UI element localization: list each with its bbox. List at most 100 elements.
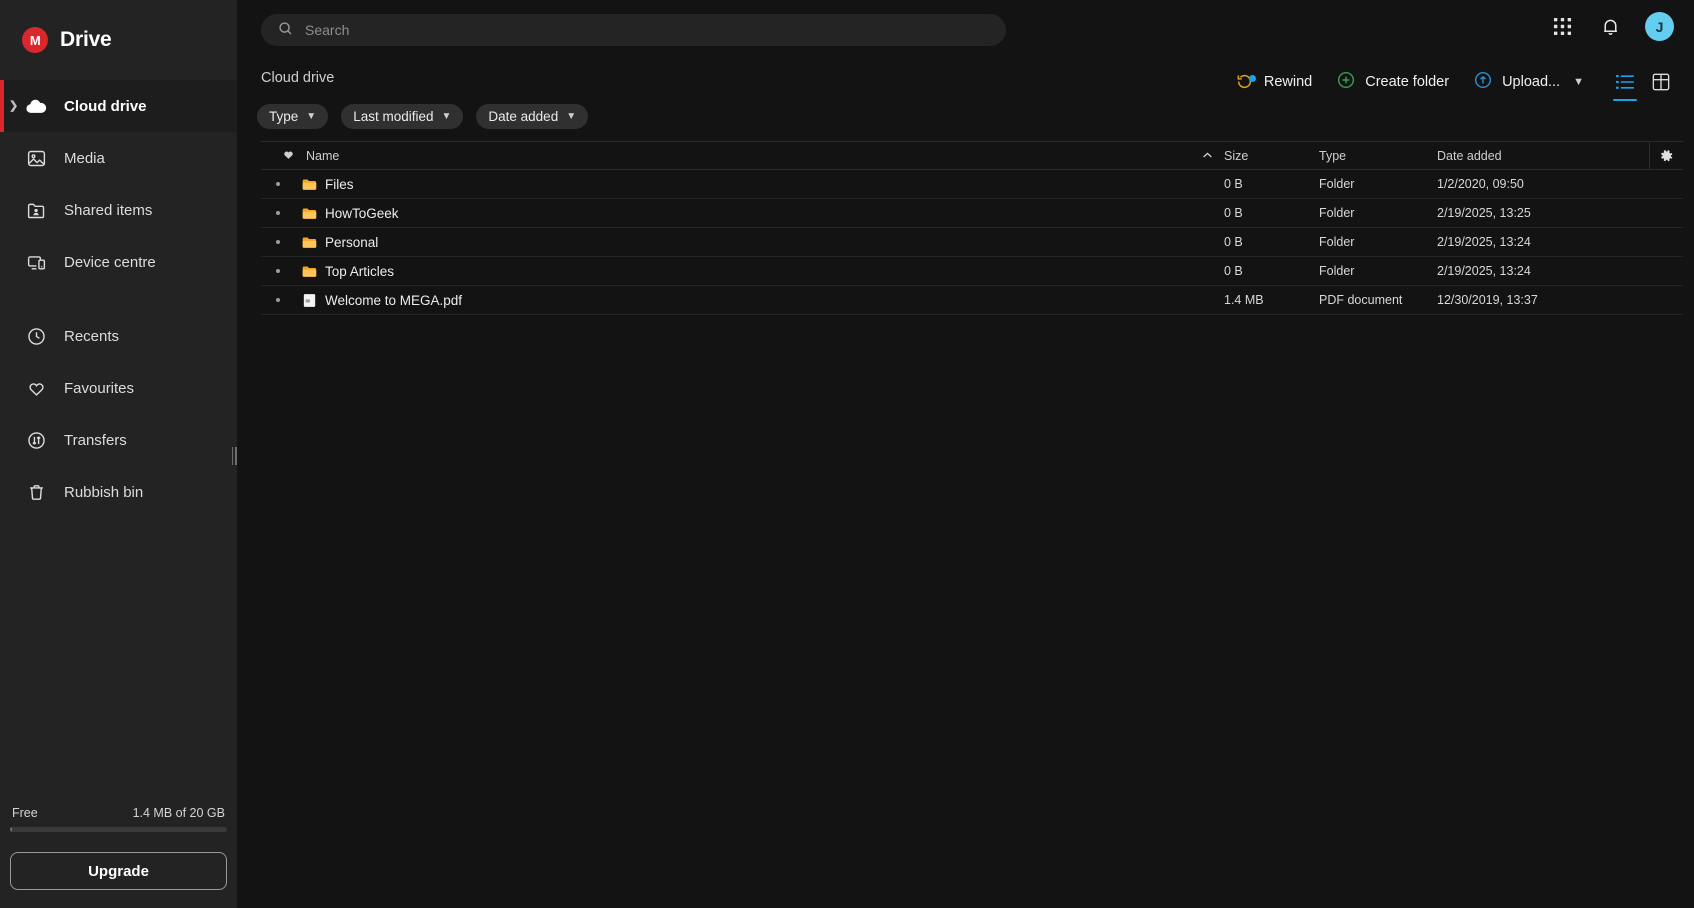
sidebar-item-label: Favourites — [64, 379, 135, 397]
row-name-label: Welcome to MEGA.pdf — [325, 292, 463, 308]
chevron-down-icon: ▼ — [566, 111, 577, 122]
heart-icon — [24, 376, 48, 400]
topbar-actions: J — [1549, 12, 1674, 41]
row-bullet-icon — [261, 182, 294, 186]
filter-chip-last-modified[interactable]: Last modified ▼ — [341, 104, 464, 129]
folder-icon — [294, 205, 325, 222]
chevron-right-icon[interactable]: ❯ — [9, 100, 18, 112]
column-header-type[interactable]: Type — [1319, 149, 1437, 163]
chevron-down-icon: ▼ — [441, 111, 452, 122]
rewind-button[interactable]: Rewind — [1223, 66, 1324, 98]
mega-logo-icon: M — [22, 27, 48, 53]
list-view-icon[interactable] — [1610, 67, 1640, 101]
sidebar-item-cloud-drive[interactable]: ❯ Cloud drive — [0, 80, 237, 132]
search-icon — [277, 20, 294, 40]
sidebar-item-label: Device centre — [64, 253, 156, 271]
row-type: Folder — [1319, 177, 1355, 191]
table-row[interactable]: Files 0 B Folder 1/2/2020, 09:50 — [261, 170, 1683, 199]
transfers-icon — [24, 428, 48, 452]
filter-chip-date-added[interactable]: Date added ▼ — [476, 104, 589, 129]
row-date: 2/19/2025, 13:24 — [1437, 264, 1531, 278]
sidebar-item-transfers[interactable]: Transfers — [0, 414, 237, 466]
rewind-icon — [1235, 72, 1256, 92]
sidebar-item-recents[interactable]: Recents — [0, 310, 237, 362]
heart-filled-icon[interactable] — [282, 148, 295, 164]
sidebar-item-rubbish-bin[interactable]: Rubbish bin — [0, 466, 237, 518]
row-bullet-icon — [261, 269, 294, 273]
table-row[interactable]: HowToGeek 0 B Folder 2/19/2025, 13:25 — [261, 199, 1683, 228]
row-size: 0 B — [1224, 206, 1243, 220]
file-table: Name Size Type Date added Files 0 B Fold… — [261, 141, 1683, 315]
grid-view-icon[interactable] — [1646, 67, 1676, 97]
table-row[interactable]: Personal 0 B Folder 2/19/2025, 13:24 — [261, 228, 1683, 257]
row-name-label: Top Articles — [325, 263, 395, 279]
filter-chips: Type ▼ Last modified ▼ Date added ▼ — [257, 104, 589, 129]
chevron-down-icon: ▼ — [306, 111, 317, 122]
sidebar-nav: ❯ Cloud drive Media Shared items Device … — [0, 80, 237, 518]
row-date: 1/2/2020, 09:50 — [1437, 177, 1524, 191]
upload-label: Upload... — [1502, 74, 1561, 90]
grid-apps-icon[interactable] — [1549, 14, 1575, 40]
action-toolbar: Rewind Create folder Upload... ▼ — [1223, 64, 1676, 101]
storage-usage-text: 1.4 MB of 20 GB — [132, 806, 225, 820]
upload-circle-icon — [1473, 70, 1493, 94]
upload-button[interactable]: Upload... ▼ — [1461, 64, 1596, 100]
gear-icon[interactable] — [1649, 142, 1683, 169]
sidebar-divider-gap — [0, 288, 237, 310]
row-size: 0 B — [1224, 264, 1243, 278]
search-input[interactable] — [305, 22, 990, 38]
row-name-cell: Top Articles — [261, 263, 1191, 280]
row-date: 12/30/2019, 13:37 — [1437, 293, 1538, 307]
row-name-cell: Personal — [261, 234, 1191, 251]
storage-plan-label: Free — [12, 806, 38, 820]
trash-icon — [24, 480, 48, 504]
row-date: 2/19/2025, 13:25 — [1437, 206, 1531, 220]
clock-icon — [24, 324, 48, 348]
sort-indicator[interactable] — [1191, 150, 1224, 161]
column-header-name[interactable]: Name — [261, 148, 1191, 164]
upgrade-section: Upgrade — [0, 832, 237, 908]
view-toggle — [1610, 67, 1676, 101]
column-header-size[interactable]: Size — [1224, 149, 1319, 163]
row-bullet-icon — [261, 298, 294, 302]
sidebar-item-label: Rubbish bin — [64, 483, 144, 501]
chevron-down-icon[interactable]: ▼ — [1573, 76, 1584, 88]
folder-icon — [294, 176, 325, 193]
shared-folder-icon — [24, 198, 48, 222]
column-header-date-added[interactable]: Date added — [1437, 149, 1637, 163]
table-row[interactable]: Top Articles 0 B Folder 2/19/2025, 13:24 — [261, 257, 1683, 286]
row-size: 0 B — [1224, 177, 1243, 191]
row-size: 0 B — [1224, 235, 1243, 249]
brand-header[interactable]: M Drive — [0, 0, 237, 80]
row-type: PDF document — [1319, 293, 1403, 307]
device-icon — [24, 250, 48, 274]
create-folder-button[interactable]: Create folder — [1324, 64, 1461, 100]
column-header-label: Name — [306, 148, 340, 163]
row-name-cell: Welcome to MEGA.pdf — [261, 292, 1191, 309]
sidebar-item-favourites[interactable]: Favourites — [0, 362, 237, 414]
breadcrumb[interactable]: Cloud drive — [261, 70, 334, 86]
bell-icon[interactable] — [1597, 14, 1623, 40]
top-bar: J — [237, 0, 1694, 60]
upgrade-button[interactable]: Upgrade — [10, 852, 227, 890]
plus-circle-icon — [1336, 70, 1356, 94]
avatar[interactable]: J — [1645, 12, 1674, 41]
filter-label: Date added — [488, 109, 559, 124]
cloud-icon — [24, 94, 48, 118]
row-size: 1.4 MB — [1224, 293, 1264, 307]
folder-icon — [294, 234, 325, 251]
sidebar-item-media[interactable]: Media — [0, 132, 237, 184]
sidebar-resize-handle[interactable] — [230, 445, 238, 467]
row-name-label: Files — [325, 176, 354, 192]
row-bullet-icon — [261, 240, 294, 244]
row-type: Folder — [1319, 264, 1355, 278]
search-box[interactable] — [261, 14, 1006, 46]
sidebar-item-label: Cloud drive — [64, 97, 147, 115]
image-icon — [24, 146, 48, 170]
create-folder-label: Create folder — [1365, 74, 1450, 90]
filter-chip-type[interactable]: Type ▼ — [257, 104, 329, 129]
sidebar-item-shared-items[interactable]: Shared items — [0, 184, 237, 236]
sidebar-item-device-centre[interactable]: Device centre — [0, 236, 237, 288]
table-row[interactable]: Welcome to MEGA.pdf 1.4 MB PDF document … — [261, 286, 1683, 315]
